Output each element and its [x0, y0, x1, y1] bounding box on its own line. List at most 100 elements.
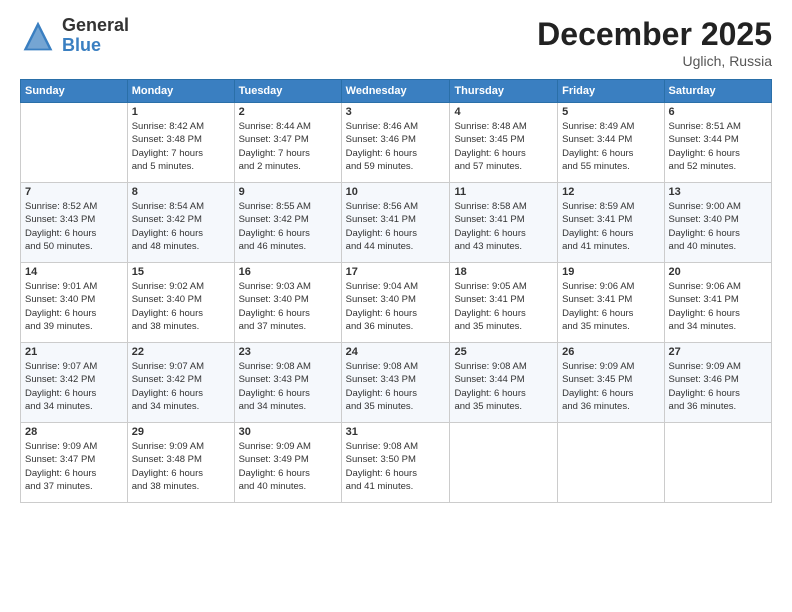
day-info: Sunrise: 9:07 AM Sunset: 3:42 PM Dayligh…: [132, 360, 230, 413]
logo-icon: [20, 18, 56, 54]
day-info: Sunrise: 8:52 AM Sunset: 3:43 PM Dayligh…: [25, 200, 123, 253]
day-number: 9: [239, 186, 337, 198]
calendar-cell: 24 Sunrise: 9:08 AM Sunset: 3:43 PM Dayli…: [341, 343, 450, 423]
day-info: Sunrise: 8:44 AM Sunset: 3:47 PM Dayligh…: [239, 120, 337, 173]
day-number: 24: [346, 346, 446, 358]
day-info: Sunrise: 9:08 AM Sunset: 3:44 PM Dayligh…: [454, 360, 553, 413]
calendar-cell: 19Sunrise: 9:06 AM Sunset: 3:41 PM Dayli…: [558, 263, 664, 343]
calendar-cell: [664, 423, 771, 503]
day-number: 13: [669, 186, 767, 198]
calendar-cell: 2 Sunrise: 8:44 AM Sunset: 3:47 PM Daylig…: [234, 103, 341, 183]
day-info: Sunrise: 9:08 AM Sunset: 3:43 PM Dayligh…: [346, 360, 446, 413]
calendar-cell: [21, 103, 128, 183]
day-number: 10: [346, 186, 446, 198]
logo-text: General Blue: [62, 16, 129, 56]
day-number: 8: [132, 186, 230, 198]
day-number: 27: [669, 346, 767, 358]
day-info: Sunrise: 9:06 AM Sunset: 3:41 PM Dayligh…: [669, 280, 767, 333]
calendar-cell: 30 Sunrise: 9:09 AM Sunset: 3:49 PM Dayli…: [234, 423, 341, 503]
day-info: Sunrise: 9:04 AM Sunset: 3:40 PM Dayligh…: [346, 280, 446, 333]
calendar-cell: 29 Sunrise: 9:09 AM Sunset: 3:48 PM Dayli…: [127, 423, 234, 503]
day-number: 12: [562, 186, 659, 198]
col-friday: Friday: [558, 80, 664, 103]
calendar-cell: 26 Sunrise: 9:09 AM Sunset: 3:45 PM Dayli…: [558, 343, 664, 423]
calendar-cell: 31 Sunrise: 9:08 AM Sunset: 3:50 PM Dayli…: [341, 423, 450, 503]
calendar-header-row: Sunday Monday Tuesday Wednesday Thursday…: [21, 80, 772, 103]
calendar-cell: 23Sunrise: 9:08 AM Sunset: 3:43 PM Dayli…: [234, 343, 341, 423]
calendar-cell: 6Sunrise: 8:51 AM Sunset: 3:44 PM Daylig…: [664, 103, 771, 183]
calendar-week-row-1: 1 Sunrise: 8:42 AM Sunset: 3:48 PM Daylig…: [21, 103, 772, 183]
calendar-cell: 13 Sunrise: 9:00 AM Sunset: 3:40 PM Dayli…: [664, 183, 771, 263]
calendar-cell: 17 Sunrise: 9:04 AM Sunset: 3:40 PM Dayli…: [341, 263, 450, 343]
day-info: Sunrise: 8:55 AM Sunset: 3:42 PM Dayligh…: [239, 200, 337, 253]
calendar-cell: 12 Sunrise: 8:59 AM Sunset: 3:41 PM Dayli…: [558, 183, 664, 263]
calendar-cell: 22 Sunrise: 9:07 AM Sunset: 3:42 PM Dayli…: [127, 343, 234, 423]
calendar-cell: [450, 423, 558, 503]
day-info: Sunrise: 9:08 AM Sunset: 3:50 PM Dayligh…: [346, 440, 446, 493]
day-info: Sunrise: 9:09 AM Sunset: 3:48 PM Dayligh…: [132, 440, 230, 493]
col-tuesday: Tuesday: [234, 80, 341, 103]
day-number: 16: [239, 266, 337, 278]
calendar-table: Sunday Monday Tuesday Wednesday Thursday…: [20, 79, 772, 503]
day-number: 2: [239, 106, 337, 118]
day-info: Sunrise: 9:00 AM Sunset: 3:40 PM Dayligh…: [669, 200, 767, 253]
day-number: 30: [239, 426, 337, 438]
col-wednesday: Wednesday: [341, 80, 450, 103]
calendar-cell: 18Sunrise: 9:05 AM Sunset: 3:41 PM Dayli…: [450, 263, 558, 343]
day-number: 22: [132, 346, 230, 358]
day-number: 6: [669, 106, 767, 118]
calendar-cell: 25 Sunrise: 9:08 AM Sunset: 3:44 PM Dayli…: [450, 343, 558, 423]
day-number: 1: [132, 106, 230, 118]
day-info: Sunrise: 9:03 AM Sunset: 3:40 PM Dayligh…: [239, 280, 337, 333]
day-info: Sunrise: 9:09 AM Sunset: 3:49 PM Dayligh…: [239, 440, 337, 493]
calendar-cell: 10 Sunrise: 8:56 AM Sunset: 3:41 PM Dayli…: [341, 183, 450, 263]
day-number: 20: [669, 266, 767, 278]
calendar-cell: 15 Sunrise: 9:02 AM Sunset: 3:40 PM Dayli…: [127, 263, 234, 343]
day-info: Sunrise: 8:42 AM Sunset: 3:48 PM Dayligh…: [132, 120, 230, 173]
day-number: 21: [25, 346, 123, 358]
day-info: Sunrise: 9:09 AM Sunset: 3:46 PM Dayligh…: [669, 360, 767, 413]
col-monday: Monday: [127, 80, 234, 103]
calendar-cell: 1 Sunrise: 8:42 AM Sunset: 3:48 PM Daylig…: [127, 103, 234, 183]
day-info: Sunrise: 8:58 AM Sunset: 3:41 PM Dayligh…: [454, 200, 553, 253]
calendar-cell: 20 Sunrise: 9:06 AM Sunset: 3:41 PM Dayli…: [664, 263, 771, 343]
day-number: 15: [132, 266, 230, 278]
calendar-week-row-4: 21 Sunrise: 9:07 AM Sunset: 3:42 PM Dayli…: [21, 343, 772, 423]
day-number: 29: [132, 426, 230, 438]
calendar-cell: 8Sunrise: 8:54 AM Sunset: 3:42 PM Daylig…: [127, 183, 234, 263]
calendar-week-row-3: 14 Sunrise: 9:01 AM Sunset: 3:40 PM Dayli…: [21, 263, 772, 343]
day-info: Sunrise: 8:56 AM Sunset: 3:41 PM Dayligh…: [346, 200, 446, 253]
day-info: Sunrise: 9:02 AM Sunset: 3:40 PM Dayligh…: [132, 280, 230, 333]
header: General Blue December 2025 Uglich, Russi…: [20, 16, 772, 69]
col-thursday: Thursday: [450, 80, 558, 103]
day-number: 26: [562, 346, 659, 358]
day-info: Sunrise: 8:59 AM Sunset: 3:41 PM Dayligh…: [562, 200, 659, 253]
calendar-cell: 9 Sunrise: 8:55 AM Sunset: 3:42 PM Daylig…: [234, 183, 341, 263]
day-info: Sunrise: 9:07 AM Sunset: 3:42 PM Dayligh…: [25, 360, 123, 413]
day-number: 28: [25, 426, 123, 438]
day-number: 31: [346, 426, 446, 438]
calendar-cell: 21 Sunrise: 9:07 AM Sunset: 3:42 PM Dayli…: [21, 343, 128, 423]
day-number: 4: [454, 106, 553, 118]
day-info: Sunrise: 8:49 AM Sunset: 3:44 PM Dayligh…: [562, 120, 659, 173]
col-sunday: Sunday: [21, 80, 128, 103]
day-number: 25: [454, 346, 553, 358]
day-info: Sunrise: 9:01 AM Sunset: 3:40 PM Dayligh…: [25, 280, 123, 333]
logo: General Blue: [20, 16, 129, 56]
title-block: December 2025 Uglich, Russia: [537, 16, 772, 69]
day-number: 14: [25, 266, 123, 278]
col-saturday: Saturday: [664, 80, 771, 103]
calendar-cell: 14 Sunrise: 9:01 AM Sunset: 3:40 PM Dayli…: [21, 263, 128, 343]
day-info: Sunrise: 8:46 AM Sunset: 3:46 PM Dayligh…: [346, 120, 446, 173]
day-number: 3: [346, 106, 446, 118]
title-month: December 2025: [537, 16, 772, 53]
calendar-cell: 7Sunrise: 8:52 AM Sunset: 3:43 PM Daylig…: [21, 183, 128, 263]
day-info: Sunrise: 9:09 AM Sunset: 3:45 PM Dayligh…: [562, 360, 659, 413]
day-number: 17: [346, 266, 446, 278]
day-info: Sunrise: 9:06 AM Sunset: 3:41 PM Dayligh…: [562, 280, 659, 333]
page: General Blue December 2025 Uglich, Russi…: [0, 0, 792, 612]
title-location: Uglich, Russia: [537, 53, 772, 69]
calendar-cell: 27 Sunrise: 9:09 AM Sunset: 3:46 PM Dayli…: [664, 343, 771, 423]
calendar-cell: 3 Sunrise: 8:46 AM Sunset: 3:46 PM Daylig…: [341, 103, 450, 183]
calendar-cell: 4Sunrise: 8:48 AM Sunset: 3:45 PM Daylig…: [450, 103, 558, 183]
